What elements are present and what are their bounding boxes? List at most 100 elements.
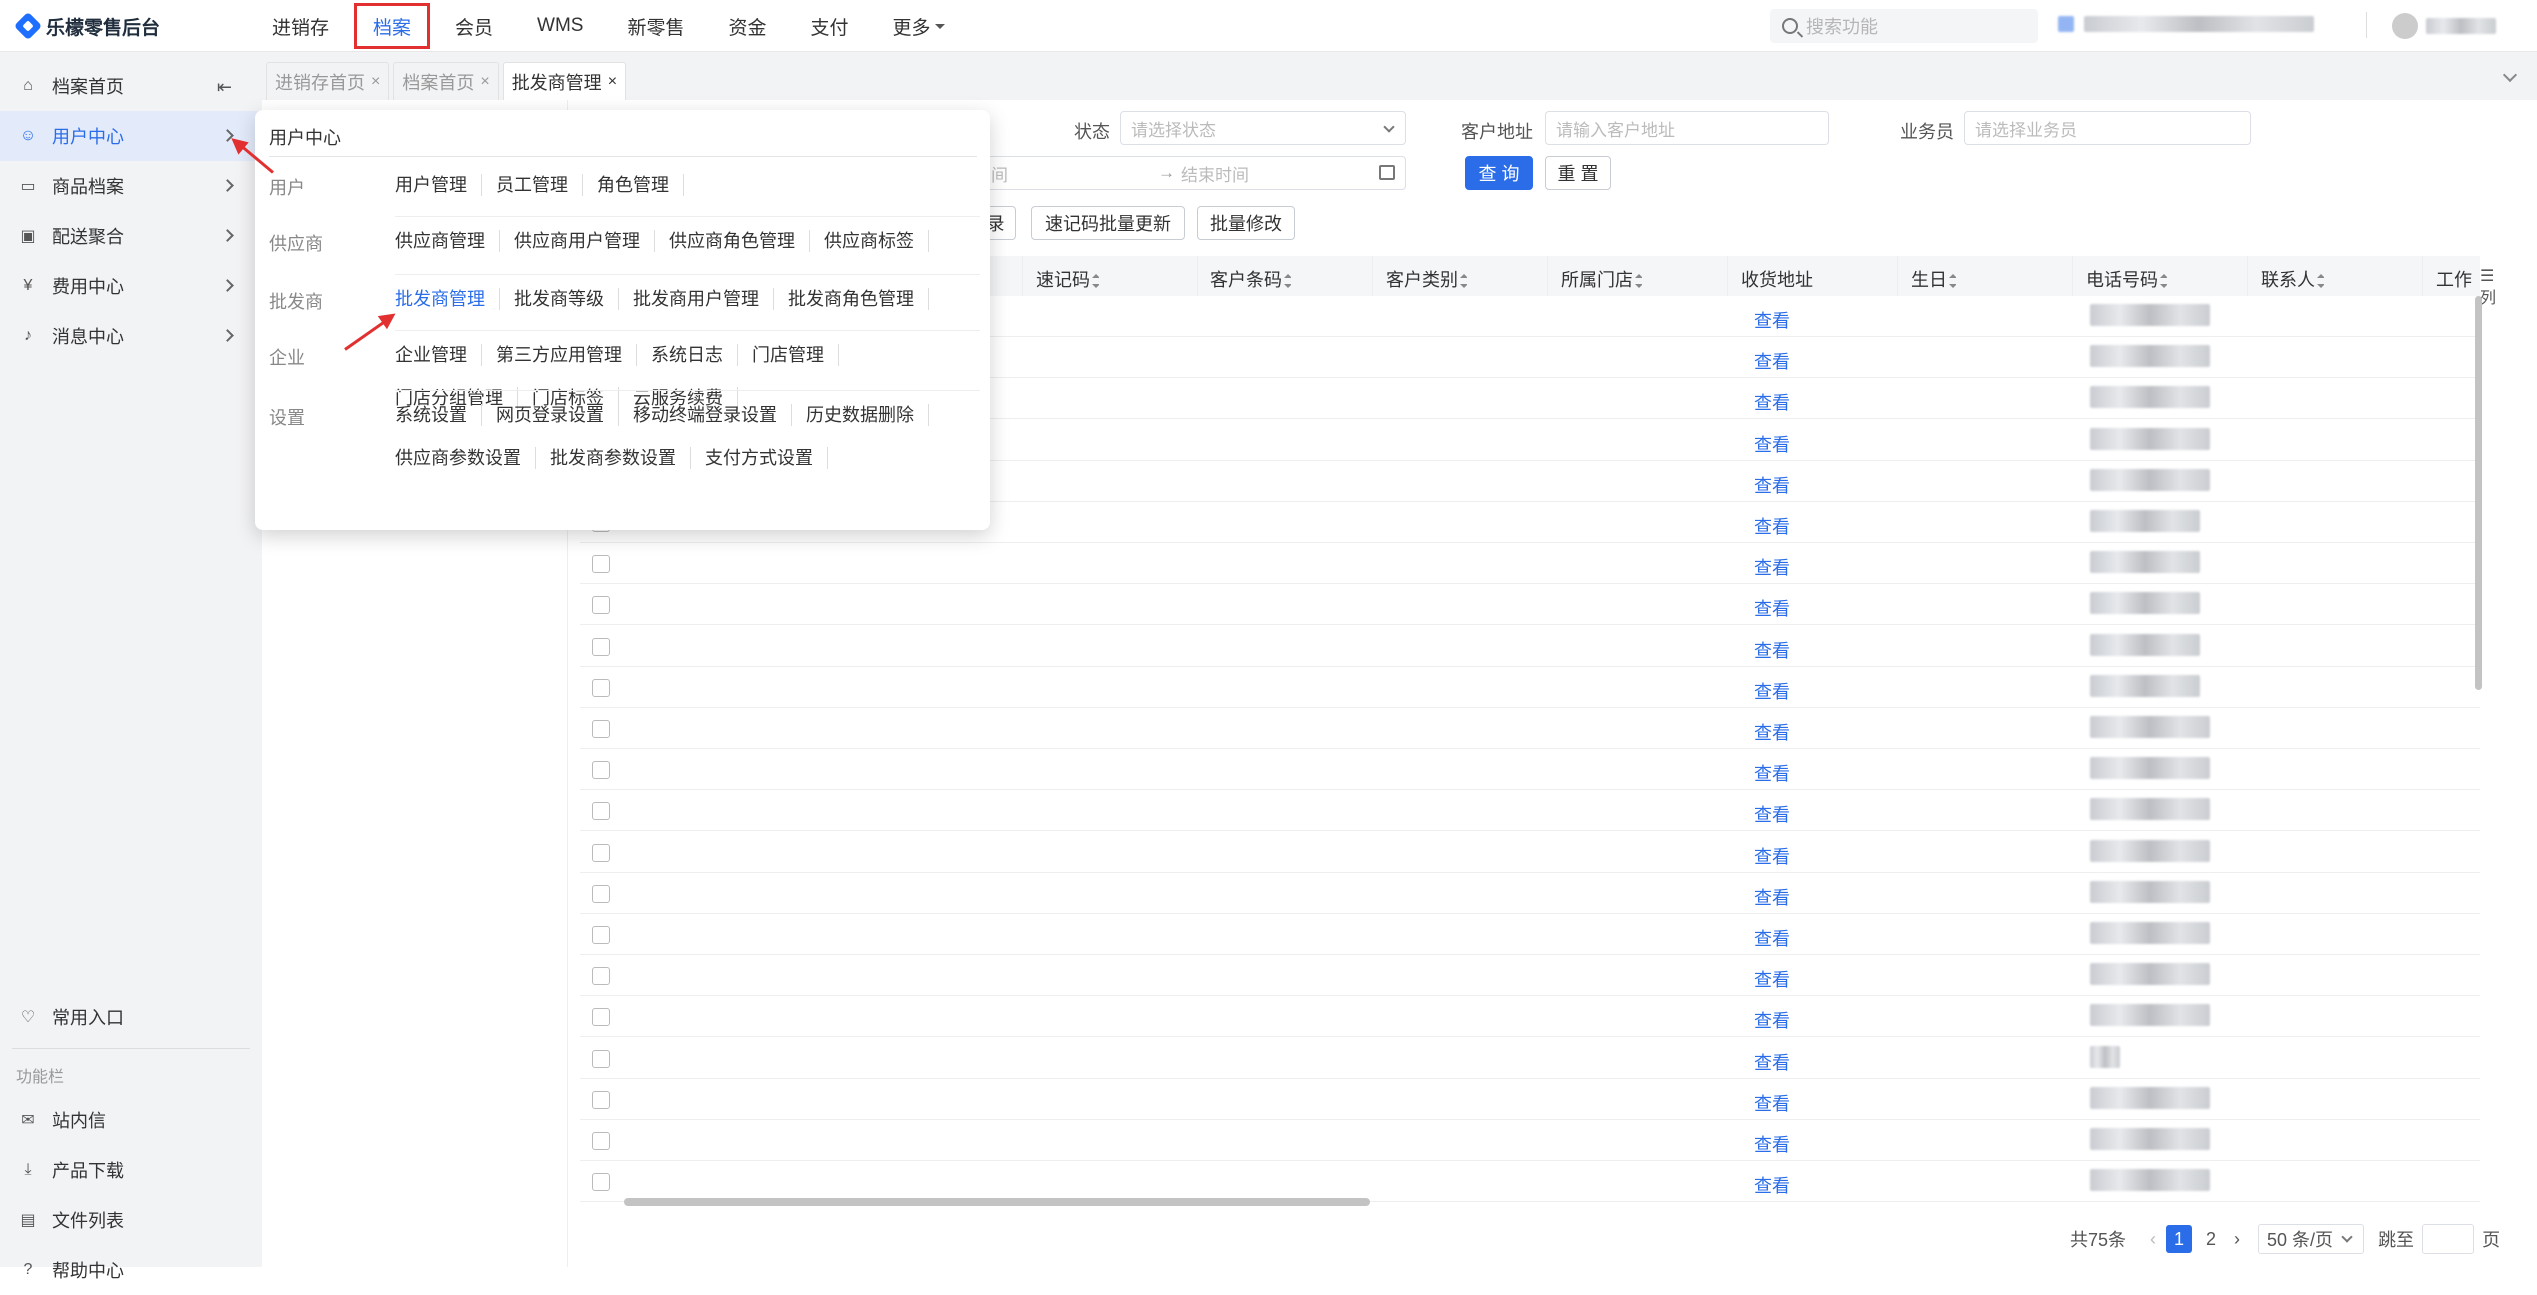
sort-icon[interactable] [2160, 274, 2167, 289]
menu-link[interactable]: 员工管理 [496, 174, 583, 196]
view-address-link[interactable]: 查看 [1754, 760, 1790, 786]
view-address-link[interactable]: 查看 [1754, 1090, 1790, 1116]
jump-page-input[interactable] [2422, 1224, 2475, 1254]
row-checkbox[interactable] [592, 761, 610, 780]
table-row[interactable]: 查看 [580, 996, 2480, 1038]
table-row[interactable]: 查看 [580, 626, 2480, 667]
table-row[interactable]: 查看 [580, 1161, 2480, 1203]
topnav-item[interactable]: 会员 [433, 0, 515, 52]
view-address-link[interactable]: 查看 [1754, 678, 1790, 704]
org-info[interactable] [2058, 16, 2348, 36]
row-checkbox[interactable] [592, 720, 610, 738]
column-header[interactable]: 速记码 [1036, 266, 1099, 292]
topnav-item[interactable]: WMS [515, 0, 605, 52]
view-address-link[interactable]: 查看 [1754, 1049, 1790, 1075]
topnav-item[interactable]: 档案 [351, 0, 433, 52]
view-address-link[interactable]: 查看 [1754, 554, 1790, 580]
menu-link[interactable]: 企业管理 [395, 344, 482, 366]
sort-icon[interactable] [1635, 274, 1642, 289]
horizontal-scrollbar[interactable] [624, 1198, 1370, 1206]
page-size-select[interactable]: 50 条/页 [2258, 1224, 2365, 1254]
sidebar-item[interactable]: ▣ 配送聚合 [0, 211, 262, 261]
table-row[interactable]: 查看 [580, 708, 2480, 749]
row-checkbox[interactable] [592, 1049, 610, 1068]
column-header[interactable]: 电话号码 [2086, 266, 2167, 292]
menu-link[interactable]: 批发商参数设置 [550, 447, 691, 469]
row-checkbox[interactable] [592, 802, 610, 821]
row-checkbox[interactable] [592, 637, 610, 656]
view-address-link[interactable]: 查看 [1754, 884, 1790, 910]
date-range-input[interactable]: 间 → 结束时间 [980, 156, 1406, 190]
view-address-link[interactable]: 查看 [1754, 925, 1790, 951]
column-header[interactable]: 生日 [1911, 266, 1956, 292]
tab[interactable]: 批发商管理 × [502, 62, 627, 100]
sidebar-item[interactable]: ♪ 消息中心 [0, 311, 262, 361]
page-number[interactable]: 2 [2198, 1225, 2224, 1253]
table-row[interactable]: 查看 [580, 914, 2480, 955]
salesman-select[interactable]: 请选择业务员 [1964, 111, 2251, 145]
column-header[interactable]: 工作 [2436, 266, 2472, 292]
table-row[interactable]: 查看 [580, 790, 2480, 832]
search-box[interactable]: 搜索功能 [1770, 9, 2038, 43]
menu-link[interactable]: 批发商等级 [514, 288, 619, 310]
table-row[interactable]: 查看 [580, 667, 2480, 708]
row-checkbox[interactable] [592, 1132, 610, 1150]
table-row[interactable]: 查看 [580, 1120, 2480, 1161]
view-address-link[interactable]: 查看 [1754, 801, 1790, 827]
menu-link[interactable]: 角色管理 [597, 174, 684, 196]
menu-link[interactable]: 系统日志 [651, 344, 738, 366]
view-address-link[interactable]: 查看 [1754, 843, 1790, 869]
topnav-item[interactable]: 进销存 [250, 0, 351, 52]
row-checkbox[interactable] [592, 926, 610, 944]
status-select[interactable]: 请选择状态 [1120, 111, 1406, 145]
table-row[interactable]: 查看 [580, 749, 2480, 791]
row-checkbox[interactable] [592, 555, 610, 574]
table-row[interactable]: 查看 [580, 543, 2480, 585]
menu-link[interactable]: 用户管理 [395, 174, 482, 196]
function-item[interactable]: ▤ 文件列表 [0, 1195, 262, 1245]
sidebar-item[interactable]: ⌂ 档案首页 ⇤ [0, 61, 262, 111]
column-header[interactable]: 收货地址 [1741, 266, 1813, 292]
topnav-item[interactable]: 支付 [789, 0, 871, 52]
function-item[interactable]: ✉ 站内信 [0, 1095, 262, 1145]
menu-link[interactable]: 批发商角色管理 [788, 288, 929, 310]
table-row[interactable]: 查看 [580, 832, 2480, 873]
menu-link[interactable]: 供应商标签 [824, 230, 929, 252]
sidebar-item[interactable]: ▭ 商品档案 [0, 161, 262, 211]
topnav-item[interactable]: 新零售 [605, 0, 706, 52]
user-menu[interactable] [2392, 12, 2512, 40]
sidebar-item[interactable]: ☺ 用户中心 [0, 111, 262, 161]
table-row[interactable]: 查看 [580, 873, 2480, 914]
batch-modify-button[interactable]: 批量修改 [1197, 206, 1295, 240]
vertical-scrollbar[interactable] [2475, 296, 2482, 690]
query-button[interactable]: 查 询 [1465, 156, 1533, 190]
row-checkbox[interactable] [592, 843, 610, 862]
view-address-link[interactable]: 查看 [1754, 431, 1790, 457]
view-address-link[interactable]: 查看 [1754, 307, 1790, 333]
row-checkbox[interactable] [592, 596, 610, 615]
sidebar-item[interactable]: ¥ 费用中心 [0, 261, 262, 311]
sort-icon[interactable] [1949, 274, 1956, 289]
menu-link[interactable]: 供应商参数设置 [395, 447, 536, 469]
menu-link[interactable]: 门店管理 [752, 344, 839, 366]
menu-link[interactable]: 供应商用户管理 [514, 230, 655, 252]
table-row[interactable]: 查看 [580, 955, 2480, 997]
menu-link[interactable]: 历史数据删除 [806, 404, 929, 426]
function-item[interactable]: ? 帮助中心 [0, 1245, 262, 1295]
sort-icon[interactable] [1284, 274, 1291, 289]
view-address-link[interactable]: 查看 [1754, 1007, 1790, 1033]
table-row[interactable]: 查看 [580, 584, 2480, 626]
next-page-icon[interactable]: › [2224, 1225, 2250, 1253]
close-icon[interactable]: × [480, 73, 489, 91]
close-icon[interactable]: × [608, 73, 617, 91]
view-address-link[interactable]: 查看 [1754, 1172, 1790, 1198]
table-row[interactable]: 查看 [580, 1038, 2480, 1079]
batch-code-update-button[interactable]: 速记码批量更新 [1031, 206, 1185, 240]
view-address-link[interactable]: 查看 [1754, 637, 1790, 663]
row-checkbox[interactable] [592, 678, 610, 697]
column-header[interactable]: 联系人 [2261, 266, 2324, 292]
tab[interactable]: 档案首页 × [393, 62, 499, 100]
row-checkbox[interactable] [592, 1090, 610, 1109]
app-logo[interactable]: 乐檬零售后台 [13, 11, 160, 41]
column-header[interactable]: 客户条码 [1210, 266, 1291, 292]
